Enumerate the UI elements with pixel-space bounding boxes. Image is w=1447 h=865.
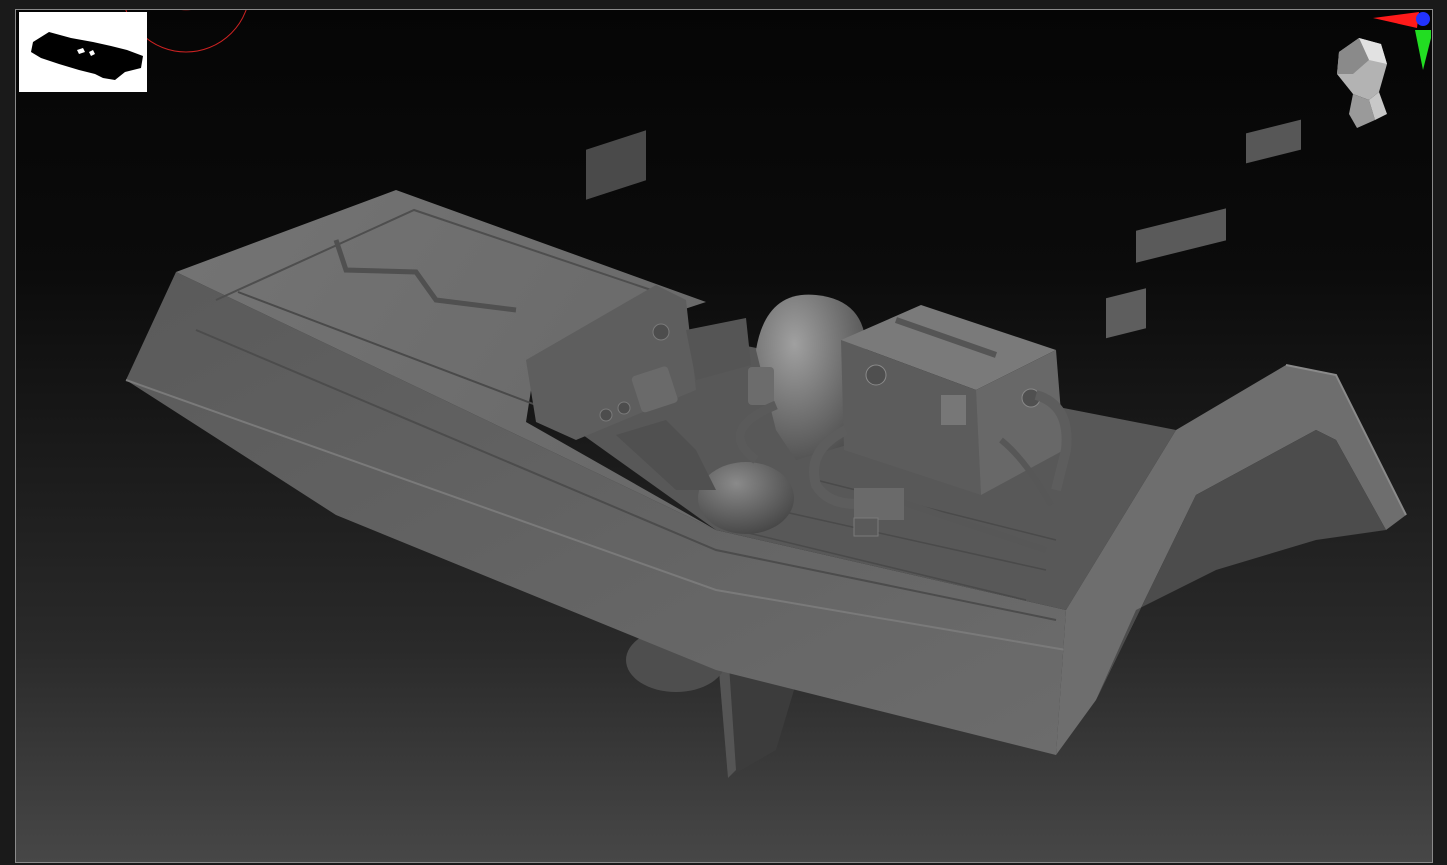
3d-viewport[interactable] — [15, 9, 1433, 863]
pilot-torso — [698, 462, 794, 534]
x-axis-arrow[interactable] — [1373, 12, 1419, 28]
rear-panels — [1106, 119, 1301, 339]
connector-block — [854, 488, 904, 520]
model-render[interactable] — [16, 10, 1432, 862]
z-axis-dot[interactable] — [1416, 12, 1430, 26]
axis-gizmo-icon[interactable] — [1371, 10, 1431, 80]
helmet-earpiece — [748, 367, 774, 405]
y-axis-arrow[interactable] — [1415, 30, 1431, 70]
